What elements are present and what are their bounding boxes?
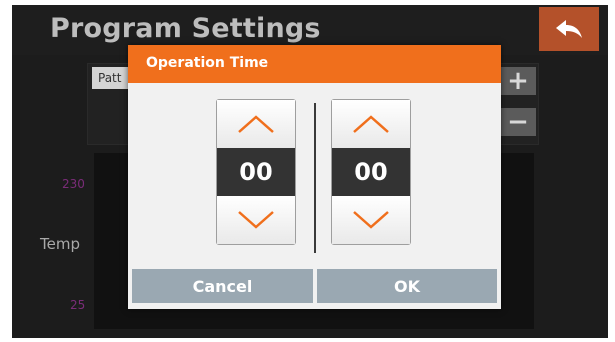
- chevron-up-icon: [353, 115, 389, 133]
- minutes-value[interactable]: 00: [332, 148, 410, 196]
- remove-button[interactable]: −: [500, 107, 536, 137]
- back-button[interactable]: [539, 7, 599, 51]
- chevron-down-icon: [353, 211, 389, 229]
- minutes-spinner: 00: [331, 99, 411, 245]
- spinner-divider: [314, 103, 316, 253]
- chevron-up-icon: [238, 115, 274, 133]
- operation-time-dialog: Operation Time 00 00 Cancel OK: [128, 45, 501, 309]
- hours-spinner: 00: [216, 99, 296, 245]
- y-axis-title: Temp: [40, 235, 80, 253]
- dialog-title: Operation Time: [146, 55, 269, 71]
- dialog-header: Operation Time: [128, 45, 501, 83]
- minutes-increment-button[interactable]: [332, 100, 410, 148]
- y-axis-min-label: 25: [70, 298, 86, 312]
- y-axis-max-label: 230: [62, 177, 85, 191]
- back-arrow-icon: [556, 20, 582, 38]
- hours-decrement-button[interactable]: [217, 196, 295, 244]
- page-title: Program Settings: [50, 13, 321, 44]
- hours-increment-button[interactable]: [217, 100, 295, 148]
- add-button[interactable]: +: [500, 66, 536, 96]
- hours-value[interactable]: 00: [217, 148, 295, 196]
- chevron-down-icon: [238, 211, 274, 229]
- ok-button[interactable]: OK: [317, 269, 497, 303]
- device-screen: Program Settings Patt + − 230 25 Temp Op…: [12, 5, 608, 338]
- minutes-decrement-button[interactable]: [332, 196, 410, 244]
- cancel-button[interactable]: Cancel: [132, 269, 313, 303]
